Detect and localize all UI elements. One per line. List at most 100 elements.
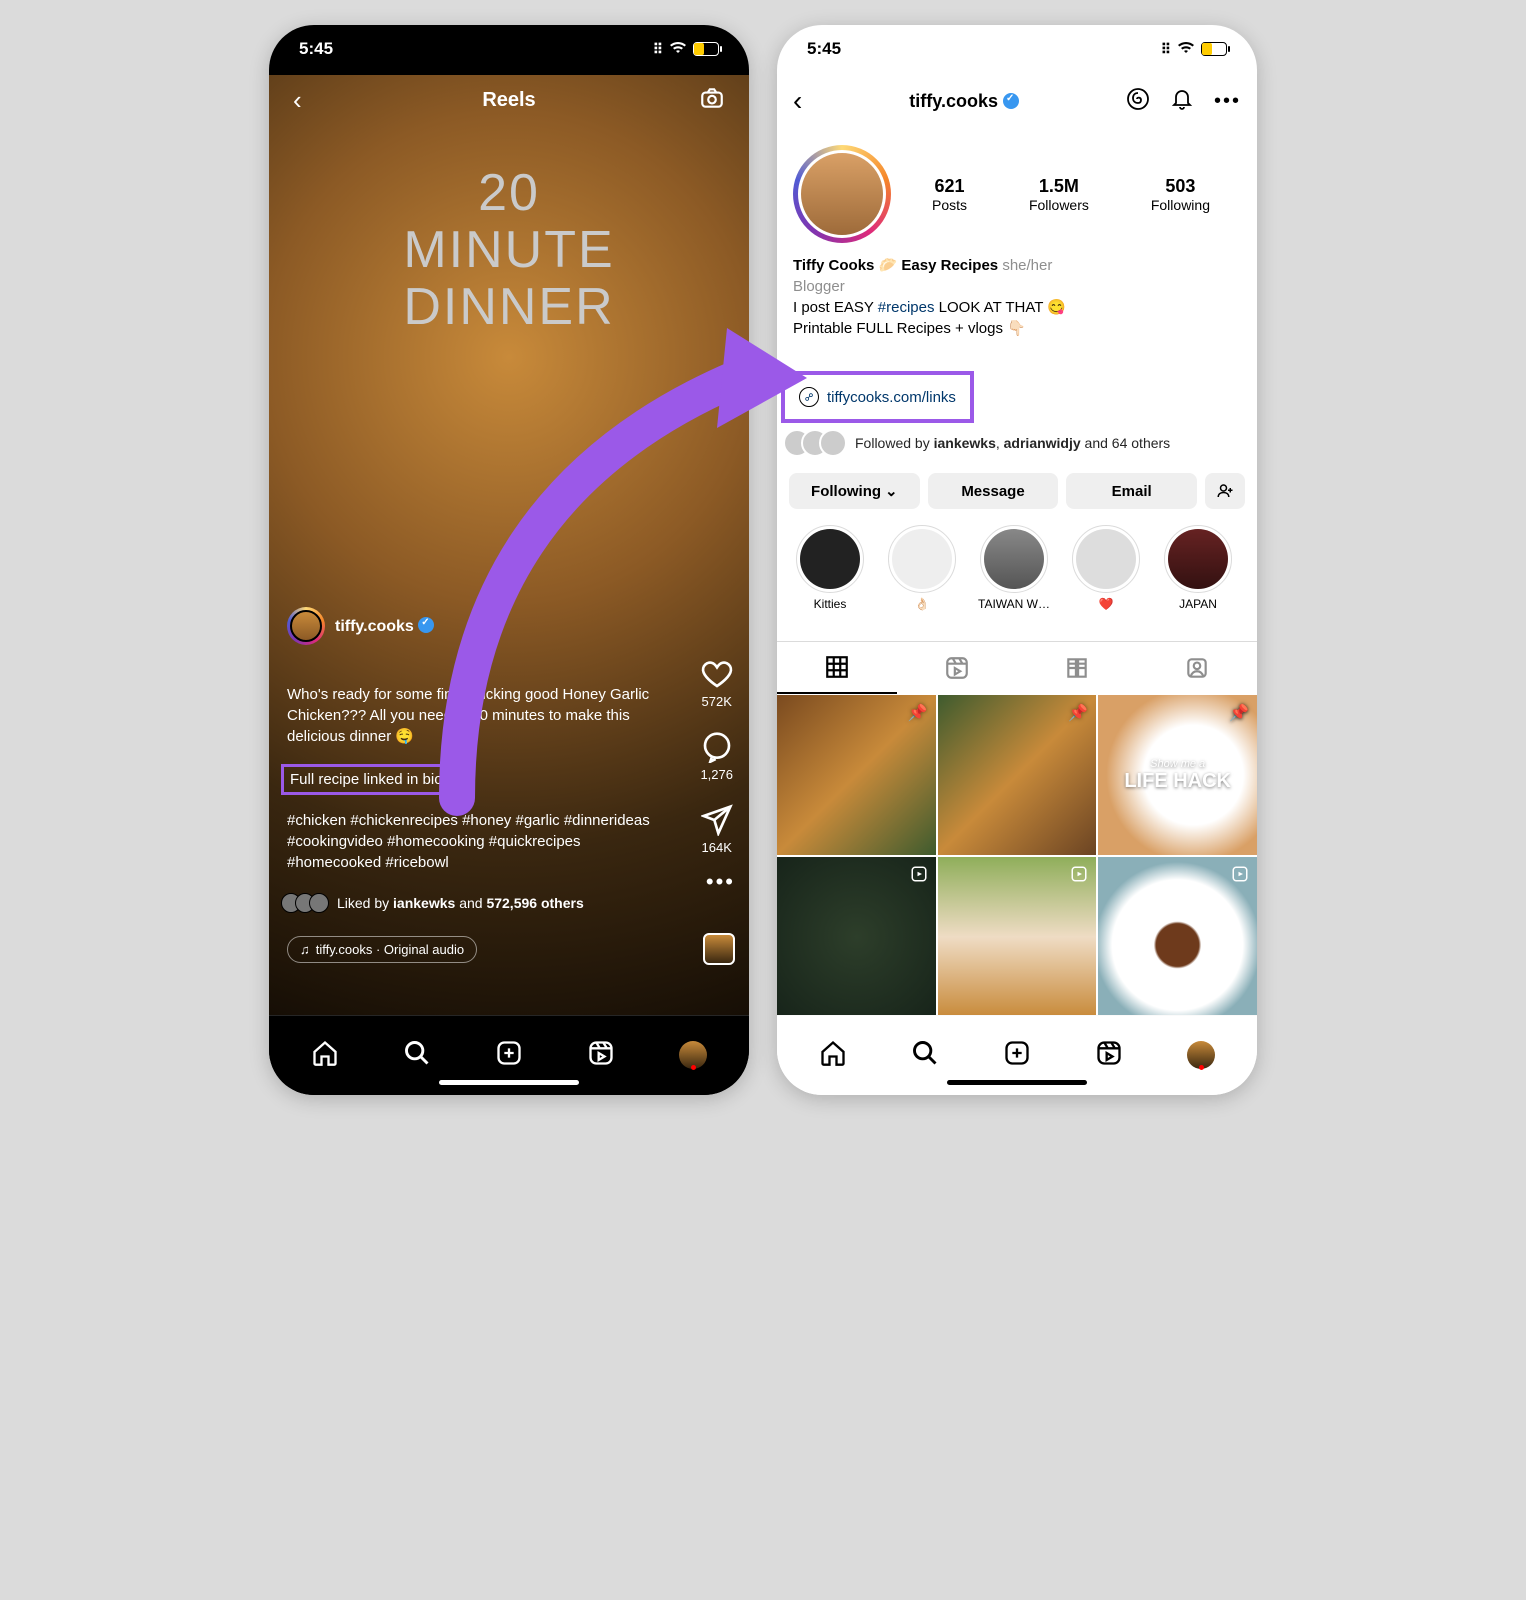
create-icon[interactable] xyxy=(1003,1039,1031,1072)
highlight-ok[interactable]: 👌🏻 xyxy=(883,525,961,611)
liked-by-others[interactable]: 572,596 others xyxy=(486,895,583,911)
followers-stat[interactable]: 1.5MFollowers xyxy=(1029,176,1089,213)
comment-count: 1,276 xyxy=(700,767,733,782)
reels-icon[interactable] xyxy=(1095,1039,1123,1072)
grid-post[interactable] xyxy=(938,857,1097,1017)
highlight-japan[interactable]: JAPAN xyxy=(1159,525,1237,611)
like-count: 572K xyxy=(702,694,732,709)
grid-post[interactable]: 📌 xyxy=(938,695,1097,855)
like-button[interactable]: 572K xyxy=(701,658,733,709)
reel-hashtags[interactable]: #chicken #chickenrecipes #honey #garlic … xyxy=(287,810,659,873)
profile-row: 621Posts 1.5MFollowers 503Following xyxy=(777,145,1257,243)
share-count: 164K xyxy=(702,840,732,855)
following-stat[interactable]: 503Following xyxy=(1151,176,1210,213)
highlight-heart[interactable]: ❤️ xyxy=(1067,525,1145,611)
wifi-icon xyxy=(1177,41,1195,58)
followed-by-avatars xyxy=(793,429,847,457)
bio-link[interactable]: ⚯ tiffycooks.com/links xyxy=(781,371,974,423)
home-icon[interactable] xyxy=(311,1039,339,1072)
link-icon: ⚯ xyxy=(795,383,823,411)
avatar xyxy=(819,429,847,457)
profile-stats: 621Posts 1.5MFollowers 503Following xyxy=(901,176,1241,213)
back-icon[interactable]: ‹ xyxy=(293,85,302,116)
wifi-icon xyxy=(669,41,687,58)
audio-label: tiffy.cooks · Original audio xyxy=(316,942,464,957)
status-icons: ⠿ xyxy=(653,41,719,58)
followed-by-prefix: Followed by xyxy=(855,435,934,451)
highlight-kitties[interactable]: Kitties xyxy=(791,525,869,611)
pronouns: she/her xyxy=(1002,257,1052,274)
bio-link-callout[interactable]: Full recipe linked in bio :) xyxy=(281,764,465,795)
reels-icon[interactable] xyxy=(587,1039,615,1072)
bio-text: I post EASY xyxy=(793,299,878,316)
avatar xyxy=(309,893,329,913)
posts-stat[interactable]: 621Posts xyxy=(932,176,967,213)
highlight-taiwan[interactable]: TAIWAN W… xyxy=(975,525,1053,611)
reels-badge-icon xyxy=(910,865,928,888)
reels-badge-icon xyxy=(1231,865,1249,888)
followed-user[interactable]: adrianwidjy xyxy=(1004,435,1081,451)
phone-reels: 5:45 ⠿ ‹ Reels 20 MINUTE DINNER tiffy.co… xyxy=(269,25,749,1095)
author-avatar[interactable] xyxy=(287,607,325,645)
reels-title: Reels xyxy=(482,89,535,112)
profile-bio: Tiffy Cooks 🥟 Easy Recipes she/her Blogg… xyxy=(793,255,1241,339)
search-icon[interactable] xyxy=(403,1039,431,1072)
bio-hashtag[interactable]: #recipes xyxy=(878,299,935,316)
verified-badge-icon xyxy=(1003,93,1019,109)
audio-thumbnail[interactable] xyxy=(703,933,735,965)
notifications-icon[interactable] xyxy=(1170,87,1194,116)
profile-handle[interactable]: tiffy.cooks xyxy=(909,91,998,111)
reels-badge-icon xyxy=(1070,865,1088,888)
post-overlay-text: LIFE HACK xyxy=(1124,770,1231,793)
liked-by-user[interactable]: iankewks xyxy=(393,895,455,911)
profile-avatar[interactable] xyxy=(793,145,891,243)
bio-text: LOOK AT THAT 😋 xyxy=(934,299,1066,316)
tab-grid[interactable] xyxy=(777,642,897,694)
verified-badge-icon xyxy=(418,617,434,633)
music-note-icon: ♫ xyxy=(300,942,310,957)
video-overlay-text: 20 MINUTE DINNER xyxy=(389,165,629,337)
profile-icon[interactable] xyxy=(679,1041,707,1070)
reel-caption[interactable]: Who's ready for some finger-licking good… xyxy=(287,684,659,747)
back-icon[interactable]: ‹ xyxy=(793,85,802,117)
author-username[interactable]: tiffy.cooks xyxy=(335,618,414,635)
home-indicator xyxy=(439,1080,579,1085)
tab-tagged[interactable] xyxy=(1137,642,1257,694)
profile-actions: Following ⌄ Message Email xyxy=(789,473,1245,509)
tab-guides[interactable] xyxy=(1017,642,1137,694)
followed-user[interactable]: iankewks xyxy=(934,435,996,451)
status-bar: 5:45 ⠿ xyxy=(777,25,1257,65)
story-highlights: Kitties 👌🏻 TAIWAN W… ❤️ JAPAN xyxy=(777,525,1257,611)
home-icon[interactable] xyxy=(819,1039,847,1072)
grid-post[interactable]: 📌 Show me a LIFE HACK xyxy=(1098,695,1257,855)
more-icon[interactable]: ••• xyxy=(706,869,735,895)
post-overlay-text: Show me a xyxy=(1150,758,1205,770)
display-name: Tiffy Cooks 🥟 Easy Recipes xyxy=(793,257,998,274)
grid-post[interactable] xyxy=(777,857,936,1017)
comment-button[interactable]: 1,276 xyxy=(700,731,733,782)
message-button[interactable]: Message xyxy=(928,473,1059,509)
audio-pill[interactable]: ♫ tiffy.cooks · Original audio xyxy=(287,936,477,963)
tab-reels[interactable] xyxy=(897,642,1017,694)
followed-by[interactable]: Followed by iankewks, adrianwidjy and 64… xyxy=(793,429,1241,457)
grid-post[interactable] xyxy=(1098,857,1257,1017)
following-button[interactable]: Following ⌄ xyxy=(789,473,920,509)
profile-icon[interactable] xyxy=(1187,1041,1215,1070)
followed-suffix: and 64 others xyxy=(1081,435,1171,451)
create-icon[interactable] xyxy=(495,1039,523,1072)
share-button[interactable]: 164K xyxy=(701,804,733,855)
network-icon: ⠿ xyxy=(653,41,663,58)
camera-icon[interactable] xyxy=(699,85,725,116)
suggestions-button[interactable] xyxy=(1205,473,1245,509)
pin-icon: 📌 xyxy=(1229,703,1249,723)
reel-author[interactable]: tiffy.cooks xyxy=(287,607,434,645)
email-button[interactable]: Email xyxy=(1066,473,1197,509)
search-icon[interactable] xyxy=(911,1039,939,1072)
status-bar: 5:45 ⠿ xyxy=(269,25,749,65)
grid-post[interactable]: 📌 xyxy=(777,695,936,855)
bio-link-text: tiffycooks.com/links xyxy=(827,389,956,406)
more-icon[interactable]: ••• xyxy=(1214,90,1241,113)
liked-by[interactable]: Liked by iankewks and 572,596 others xyxy=(287,893,584,913)
bio-line2: Printable FULL Recipes + vlogs 👇🏻 xyxy=(793,318,1241,339)
threads-icon[interactable] xyxy=(1126,87,1150,116)
